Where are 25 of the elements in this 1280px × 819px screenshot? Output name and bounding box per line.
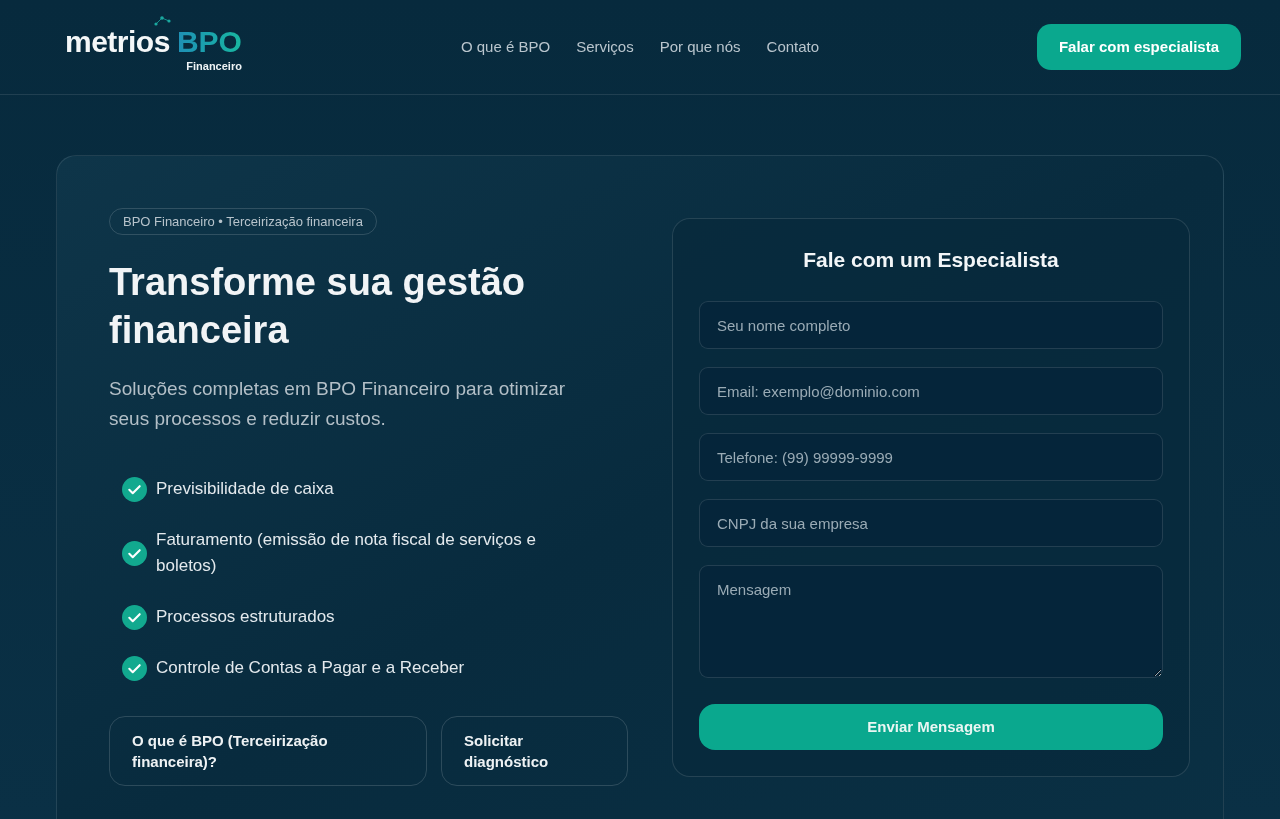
input-field[interactable]: CNPJ da sua empresa: [699, 499, 1163, 547]
input-field[interactable]: Email: exemplo@dominio.com: [699, 367, 1163, 415]
secondary-button[interactable]: Solicitar diagnóstico: [441, 716, 628, 786]
hero-subtitle: Soluções completas em BPO Financeiro para otimizar seus processos e reduzir custos.: [109, 377, 567, 431]
form-heading: Fale com um Especialista: [802, 247, 1060, 273]
input-field[interactable]: Seu nome completo: [699, 301, 1163, 349]
secondary-button[interactable]: O que é BPO (Terceirização financeira)?: [109, 716, 427, 786]
check-icon: [122, 540, 147, 566]
check-icon: [122, 604, 147, 630]
benefit-text: Controle de Contas a Pagar e a Receber: [156, 657, 465, 679]
nav-link[interactable]: Contato: [766, 35, 820, 59]
message-field[interactable]: Mensagem: [699, 565, 1163, 678]
input-field[interactable]: Telefone: (99) 99999-9999: [699, 433, 1163, 481]
nav-link[interactable]: O que é BPO: [460, 35, 551, 59]
benefit-text: Processos estruturados: [156, 606, 335, 628]
logo-wordmark: metrios: [65, 27, 170, 57]
check-icon: [122, 655, 147, 681]
nav-link[interactable]: Por que nós: [659, 35, 741, 59]
hero-heading: Transforme sua gestão financeira: [109, 260, 527, 353]
benefit-text: Previsibilidade de caixa: [156, 478, 334, 500]
logo-network-icon: [153, 16, 173, 26]
logo-tagline: Financeiro: [186, 60, 242, 73]
nav-link[interactable]: Serviços: [576, 35, 634, 59]
benefit-text: Faturamento (emissão de nota fiscal de serviços e boletos): [156, 529, 537, 577]
check-icon: [122, 476, 147, 502]
